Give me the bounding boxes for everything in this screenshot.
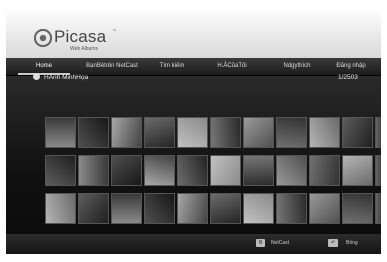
photo-thumbnail[interactable]: [111, 193, 142, 224]
album-icon: [33, 73, 40, 80]
app-subtitle: Web Albums: [70, 46, 98, 52]
photo-thumbnail[interactable]: [243, 117, 274, 148]
tab-friends[interactable]: BạnBètrên NetCast: [82, 58, 142, 75]
photo-thumbnail[interactable]: [210, 117, 241, 148]
picasa-logo: Picasa ™ Web Albums: [34, 27, 154, 59]
tv-screen: Picasa ™ Web Albums Home BạnBètrên NetCa…: [6, 10, 381, 254]
photo-thumbnail[interactable]: [111, 155, 142, 186]
trademark: ™: [112, 29, 117, 35]
header-bar: Picasa ™ Web Albums: [6, 10, 381, 58]
photo-thumbnail[interactable]: [45, 117, 76, 148]
netcast-key[interactable]: B: [256, 239, 266, 247]
photo-thumbnail[interactable]: [342, 117, 373, 148]
photo-thumbnail[interactable]: [144, 193, 175, 224]
photo-thumbnail[interactable]: [78, 193, 109, 224]
photo-thumbnail-partial[interactable]: [375, 193, 381, 224]
photo-thumbnail[interactable]: [78, 155, 109, 186]
back-key[interactable]: ↶: [328, 239, 339, 247]
album-title: HẢnh MinhHọa: [44, 74, 89, 81]
photo-thumbnail[interactable]: [177, 155, 208, 186]
photo-counter: 1/2503: [338, 74, 358, 81]
back-label: Bồng: [346, 240, 358, 246]
photo-thumbnail[interactable]: [309, 193, 340, 224]
picasa-logo-icon: [34, 29, 52, 47]
photo-thumbnail[interactable]: [144, 117, 175, 148]
tab-home[interactable]: Home: [18, 58, 70, 75]
tab-login[interactable]: Đăng nhập: [326, 58, 376, 75]
photo-thumbnail[interactable]: [342, 193, 373, 224]
app-name: Picasa: [54, 27, 107, 46]
photo-thumbnail[interactable]: [276, 155, 307, 186]
photo-thumbnail-partial[interactable]: [375, 117, 381, 148]
photo-thumbnail-partial[interactable]: [375, 155, 381, 186]
photo-thumbnail[interactable]: [243, 155, 274, 186]
photo-thumbnail[interactable]: [177, 193, 208, 224]
photo-thumbnail[interactable]: [78, 117, 109, 148]
photo-thumbnail[interactable]: [342, 155, 373, 186]
tab-favorites[interactable]: Ndgythích: [274, 58, 320, 75]
photo-thumbnail[interactable]: [243, 193, 274, 224]
photo-thumbnail[interactable]: [309, 155, 340, 186]
photo-thumbnail[interactable]: [111, 117, 142, 148]
tab-my-photos[interactable]: H.ẢCủaTôi: [210, 58, 254, 75]
photo-thumbnail[interactable]: [45, 193, 76, 224]
netcast-label: NetCast: [271, 240, 290, 246]
photo-thumbnail[interactable]: [144, 155, 175, 186]
tab-search[interactable]: Tìm kiếm: [151, 58, 193, 75]
footer-bar: B NetCast ↶ Bồng: [6, 234, 381, 254]
photo-thumbnail[interactable]: [45, 155, 76, 186]
photo-thumbnail[interactable]: [276, 193, 307, 224]
photo-thumbnail[interactable]: [210, 155, 241, 186]
photo-thumbnail[interactable]: [210, 193, 241, 224]
photo-thumbnail[interactable]: [276, 117, 307, 148]
photo-thumbnail[interactable]: [309, 117, 340, 148]
photo-thumbnail[interactable]: [177, 117, 208, 148]
